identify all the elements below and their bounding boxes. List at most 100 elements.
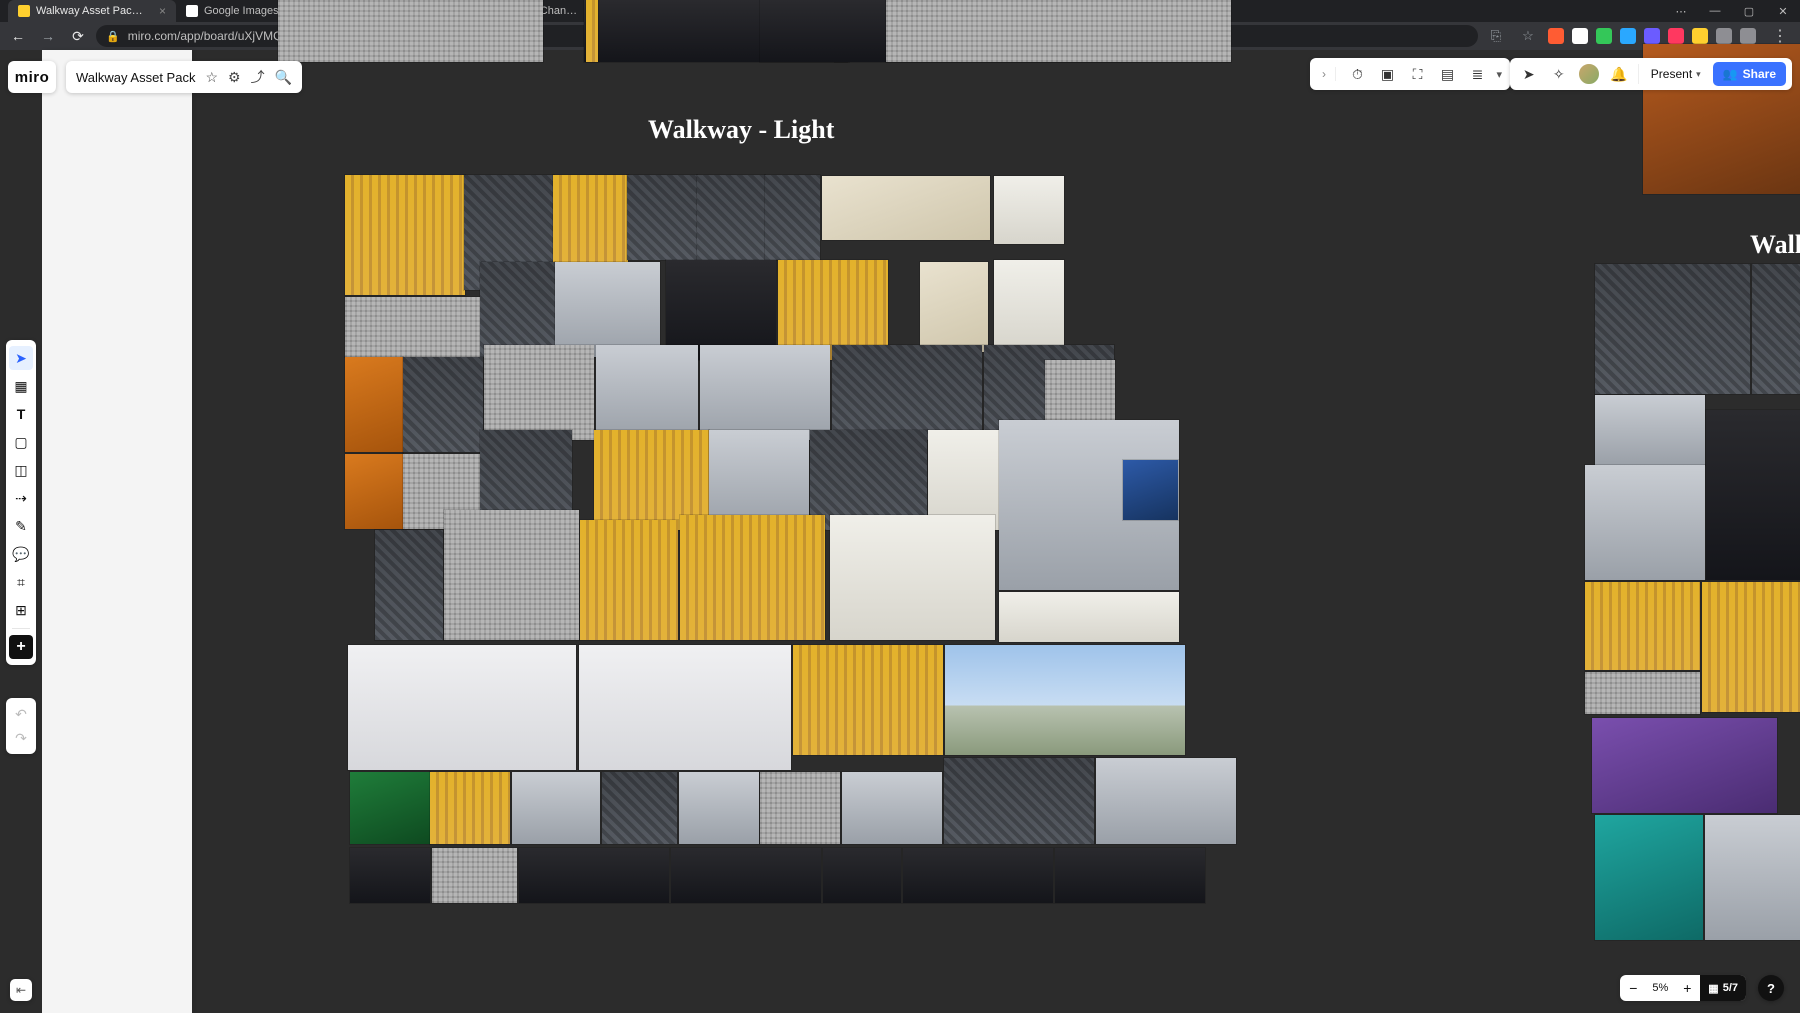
- zoom-out-button[interactable]: −: [1620, 975, 1646, 1001]
- reference-image[interactable]: [765, 175, 820, 260]
- reference-image[interactable]: [348, 645, 576, 770]
- present-button[interactable]: Present ▾: [1647, 67, 1705, 81]
- reference-image[interactable]: [345, 175, 465, 295]
- reference-image[interactable]: [350, 772, 430, 844]
- frames-counter[interactable]: ▦ 5/7: [1700, 975, 1746, 1001]
- collapse-rail-button[interactable]: ⇤: [10, 979, 32, 1001]
- select-tool[interactable]: ➤: [9, 346, 33, 370]
- reference-image[interactable]: [602, 772, 677, 844]
- help-button[interactable]: ?: [1758, 975, 1784, 1001]
- reference-image[interactable]: [580, 520, 678, 640]
- share-button[interactable]: 👥 Share: [1713, 62, 1786, 86]
- templates-tool[interactable]: ▦: [9, 374, 33, 398]
- chevron-down-icon[interactable]: ▾: [1496, 68, 1502, 81]
- reference-image[interactable]: [555, 262, 660, 357]
- tab-close-icon[interactable]: ×: [159, 4, 166, 18]
- browser-tab[interactable]: Walkway Asset Pack, Online Wh ×: [8, 0, 176, 22]
- window-minimize[interactable]: —: [1698, 0, 1732, 22]
- text-tool[interactable]: T: [9, 402, 33, 426]
- reference-image[interactable]: [1592, 718, 1777, 813]
- reference-image[interactable]: [793, 645, 943, 755]
- screenshare-icon[interactable]: ▣: [1376, 63, 1398, 85]
- reactions-icon[interactable]: ✧: [1548, 63, 1570, 85]
- extension-icon[interactable]: [1644, 28, 1660, 44]
- reference-image[interactable]: [822, 176, 990, 240]
- nav-back-button[interactable]: ←: [6, 24, 30, 48]
- reference-image[interactable]: [886, 0, 1231, 62]
- reference-image[interactable]: [1752, 264, 1800, 394]
- reference-image[interactable]: [278, 0, 543, 62]
- extension-icon[interactable]: [1620, 28, 1636, 44]
- note-icon[interactable]: ▤: [1436, 63, 1458, 85]
- reference-image[interactable]: [480, 262, 555, 357]
- timer-icon[interactable]: ⏱: [1346, 63, 1368, 85]
- chevron-down-icon[interactable]: ▾: [1696, 69, 1701, 80]
- reference-image[interactable]: [1595, 264, 1750, 394]
- reference-image[interactable]: [697, 175, 765, 260]
- reference-image[interactable]: [586, 0, 598, 62]
- reference-image[interactable]: [1706, 410, 1800, 580]
- focus-icon[interactable]: ⛶: [1406, 63, 1428, 85]
- reference-image[interactable]: [832, 345, 982, 440]
- reference-image[interactable]: [484, 345, 594, 440]
- shapes-tool[interactable]: ◫: [9, 458, 33, 482]
- reference-image[interactable]: [679, 772, 759, 844]
- reference-image[interactable]: [553, 175, 628, 263]
- notifications-icon[interactable]: 🔔: [1608, 63, 1630, 85]
- reference-image[interactable]: [842, 772, 942, 844]
- pen-tool[interactable]: ✎: [9, 514, 33, 538]
- extension-icon[interactable]: [1692, 28, 1708, 44]
- reference-image[interactable]: [823, 848, 901, 903]
- reference-image[interactable]: [944, 758, 1094, 844]
- zoom-in-button[interactable]: +: [1674, 975, 1700, 1001]
- reference-image[interactable]: [680, 515, 825, 640]
- comment-tool[interactable]: 💬: [9, 542, 33, 566]
- nav-reload-button[interactable]: ⟳: [66, 24, 90, 48]
- board-title-chip[interactable]: Walkway Asset Pack ☆ ⚙ ⤴ 🔍: [66, 61, 302, 93]
- settings-icon[interactable]: ⚙: [228, 69, 241, 86]
- extension-icon[interactable]: [1596, 28, 1612, 44]
- browser-menu-button[interactable]: ⋮: [1766, 26, 1794, 46]
- reference-image[interactable]: [596, 345, 698, 440]
- reference-image[interactable]: [700, 345, 830, 440]
- reference-image[interactable]: [1585, 582, 1700, 670]
- reference-image[interactable]: [430, 772, 510, 844]
- extension-icon[interactable]: [1740, 28, 1756, 44]
- reference-image[interactable]: [627, 175, 697, 260]
- reference-image[interactable]: [994, 176, 1064, 244]
- star-icon[interactable]: ☆: [205, 69, 218, 86]
- extension-icon[interactable]: [1572, 28, 1588, 44]
- undo-button[interactable]: ↶: [9, 702, 33, 726]
- reference-image[interactable]: [671, 848, 821, 903]
- reference-image[interactable]: [1055, 848, 1205, 903]
- reference-image[interactable]: [1123, 460, 1178, 520]
- reference-image[interactable]: [1585, 465, 1705, 580]
- reference-image[interactable]: [1702, 582, 1800, 712]
- reference-image[interactable]: [830, 515, 995, 640]
- nav-forward-button[interactable]: →: [36, 24, 60, 48]
- reader-icon[interactable]: ⎘: [1484, 24, 1508, 48]
- redo-button[interactable]: ↷: [9, 726, 33, 750]
- window-maximize[interactable]: ▢: [1732, 0, 1766, 22]
- reference-image[interactable]: [512, 772, 600, 844]
- sticky-tool[interactable]: ▢: [9, 430, 33, 454]
- reference-image[interactable]: [1595, 395, 1705, 465]
- reference-image[interactable]: [403, 357, 483, 452]
- reference-image[interactable]: [444, 510, 579, 640]
- reference-image[interactable]: [519, 848, 669, 903]
- reference-image[interactable]: [432, 848, 517, 903]
- window-close[interactable]: ✕: [1766, 0, 1800, 22]
- reference-image[interactable]: [1595, 815, 1703, 940]
- connect-tool[interactable]: ⇢: [9, 486, 33, 510]
- export-icon[interactable]: ⤴: [251, 67, 265, 87]
- user-avatar[interactable]: [1578, 63, 1600, 85]
- history-toggle-icon[interactable]: ›: [1318, 67, 1336, 81]
- reference-image[interactable]: [999, 592, 1179, 642]
- reference-image[interactable]: [945, 645, 1185, 755]
- reference-image[interactable]: [1585, 672, 1700, 714]
- reference-image[interactable]: [760, 772, 840, 844]
- extension-icon[interactable]: [1716, 28, 1732, 44]
- reference-image[interactable]: [375, 530, 443, 640]
- reference-image[interactable]: [345, 454, 403, 529]
- search-icon[interactable]: 🔍: [275, 69, 292, 86]
